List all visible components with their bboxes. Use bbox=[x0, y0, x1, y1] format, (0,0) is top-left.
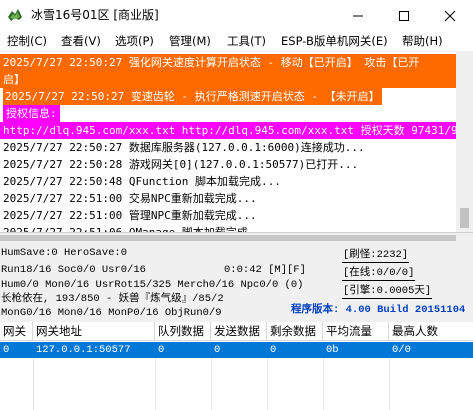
online-counter: [在线:0/0/0] bbox=[342, 267, 416, 281]
log-text: 2025/7/27 22:50:27 变速齿轮 - 执行严格测速开启状态 - 【… bbox=[3, 88, 382, 105]
menu-tools[interactable]: 工具(T) bbox=[227, 33, 266, 49]
cell-address: 127.0.0.1:50577 bbox=[36, 344, 131, 356]
close-icon bbox=[444, 10, 456, 22]
log-vertical-scrollbar[interactable] bbox=[456, 52, 473, 232]
main-window: 冰雪16号01区 [商业版] 控制(C) 查看(V) 选项(P) 管理(M) 工… bbox=[0, 0, 473, 410]
log-horizontal-scrollbar[interactable] bbox=[0, 232, 473, 243]
column-header-gateway[interactable]: 网关 bbox=[0, 322, 33, 341]
version-label: 程序版本: 4.00 Build 20151104 bbox=[291, 304, 466, 316]
app-icon bbox=[8, 9, 22, 21]
menu-bar: 控制(C) 查看(V) 选项(P) 管理(M) 工具(T) ESP-B版单机网关… bbox=[0, 31, 473, 52]
cell-remaining: 0 bbox=[270, 344, 277, 356]
log-text: http://dlq.945.com/xxx.txt http://dlq.94… bbox=[3, 124, 456, 137]
mongen-status: MonG0/16 Mon0/16 MonP0/16 ObjRun0/9 bbox=[1, 307, 222, 319]
column-header-remaining[interactable]: 剩余数据 bbox=[267, 322, 323, 341]
gateway-table[interactable]: 网关 网关地址 队列数据 发送数据 剩余数据 平均流量 最高人数 0 127.0… bbox=[0, 322, 473, 410]
column-header-max-users[interactable]: 最高人数 bbox=[389, 322, 473, 341]
cell-gateway: 0 bbox=[3, 344, 10, 356]
log-entry-gear: 2025/7/27 22:50:27 变速齿轮 - 执行严格测速开启状态 - 【… bbox=[0, 88, 388, 105]
log-text: 2025/7/27 22:50:27 强化网关速度计算开启状态 - 移动【已开启… bbox=[3, 56, 420, 69]
cell-max-users: 0/0 bbox=[392, 344, 411, 356]
window-title: 冰雪16号01区 [商业版] bbox=[31, 8, 159, 22]
menu-gateway[interactable]: ESP-B版单机网关(E) bbox=[281, 33, 388, 49]
cell-queue: 0 bbox=[158, 344, 165, 356]
log-entry: 2025/7/27 22:50:28 游戏网关[0](127.0.0.1:505… bbox=[3, 158, 359, 171]
scroll-thumb[interactable] bbox=[0, 235, 456, 241]
save-status: HumSave:0 HeroSave:0 bbox=[1, 247, 128, 259]
log-entry: 2025/7/27 22:50:27 数据库服务器(127.0.0.1:6000… bbox=[3, 141, 365, 154]
log-text: 授权信息: bbox=[3, 105, 60, 122]
log-entry: 2025/7/27 22:51:06 QManage 脚本加载完成... bbox=[3, 224, 268, 232]
close-button[interactable] bbox=[427, 0, 473, 31]
menu-options[interactable]: 选项(P) bbox=[115, 33, 154, 49]
minimize-button[interactable] bbox=[335, 0, 381, 31]
maximize-button[interactable] bbox=[381, 0, 427, 31]
column-header-address[interactable]: 网关地址 bbox=[33, 322, 155, 341]
title-bar: 冰雪16号01区 [商业版] bbox=[0, 0, 473, 31]
minimize-icon bbox=[353, 15, 363, 17]
menu-manage[interactable]: 管理(M) bbox=[169, 33, 211, 49]
run-status: Run18/16 Soc0/0 Usr0/16 bbox=[1, 264, 146, 276]
maximize-icon bbox=[399, 11, 409, 21]
log-text: 启】 bbox=[3, 73, 25, 86]
hum-status: Hum0/0 Mon0/16 UsrRot15/325 Merch0/16 Np… bbox=[1, 279, 304, 291]
log-entry-speed-calc: 2025/7/27 22:50:27 强化网关速度计算开启状态 - 移动【已开启… bbox=[0, 54, 456, 88]
cell-avg-traffic: 0b bbox=[326, 344, 339, 356]
menu-control[interactable]: 控制(C) bbox=[7, 33, 47, 49]
boss-status: 长枪依在, 193/850 - 妖兽『炼气级』/85/2 bbox=[1, 293, 224, 305]
menu-view[interactable]: 查看(V) bbox=[61, 33, 101, 49]
log-entry-license-label: 授权信息: bbox=[0, 105, 60, 122]
refresh-counter: [刷怪:2232] bbox=[342, 249, 410, 263]
cell-sent: 0 bbox=[214, 344, 221, 356]
menu-help[interactable]: 帮助(H) bbox=[402, 33, 443, 49]
log-entry: 2025/7/27 22:51:00 管理NPC重新加载完成... bbox=[3, 209, 257, 222]
uptime-status: 0:0:42 [M][F] bbox=[224, 264, 306, 276]
log-panel[interactable]: 2025/7/27 22:50:27 强化网关速度计算开启状态 - 移动【已开启… bbox=[0, 52, 456, 232]
column-header-avg-traffic[interactable]: 平均流量 bbox=[323, 322, 389, 341]
log-entry: 2025/7/27 22:51:00 交易NPC重新加载完成... bbox=[3, 192, 257, 205]
engine-counter: [引擎:0.0005天] bbox=[342, 285, 433, 299]
column-header-sent[interactable]: 发送数据 bbox=[211, 322, 267, 341]
scroll-thumb[interactable] bbox=[460, 208, 469, 228]
log-entry-license-urls: http://dlq.945.com/xxx.txt http://dlq.94… bbox=[0, 122, 456, 139]
column-header-queue[interactable]: 队列数据 bbox=[155, 322, 211, 341]
log-entry: 2025/7/27 22:50:48 QFunction 脚本加载完成... bbox=[3, 175, 281, 188]
